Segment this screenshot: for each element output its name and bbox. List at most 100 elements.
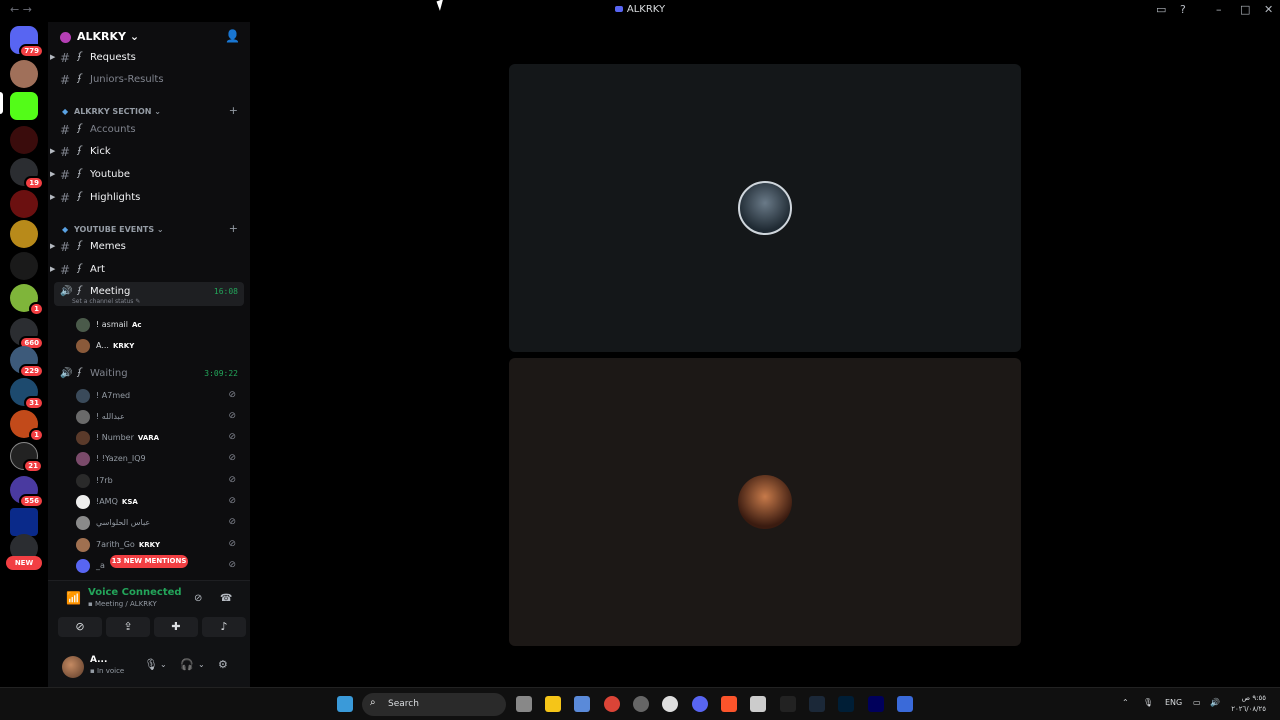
voice-channel-waiting[interactable]: 🔊 ʄ Waiting 3:09:22	[54, 364, 244, 384]
unread-indicator: ▶	[50, 53, 56, 61]
channel-memes[interactable]: ▶ # ʄ Memes	[50, 237, 244, 257]
soundboard-button[interactable]: ♪	[202, 617, 246, 637]
inbox-icon[interactable]: ▭	[1156, 3, 1166, 16]
chrome-icon[interactable]	[604, 696, 620, 712]
user-name[interactable]: A...	[90, 655, 107, 665]
headphones-icon[interactable]: 🎧	[180, 658, 194, 671]
participant-tile[interactable]	[509, 64, 1021, 352]
voice-status-title[interactable]: Voice Connected	[88, 587, 182, 598]
server-icon[interactable]	[10, 220, 38, 248]
capcut-icon[interactable]	[780, 696, 796, 712]
language-indicator[interactable]: ENG	[1165, 698, 1182, 707]
server-icon[interactable]: 556	[10, 476, 44, 508]
voice-member[interactable]: ! asmail Ac	[76, 316, 246, 334]
activities-button[interactable]: ✚	[154, 617, 198, 637]
app-icon[interactable]	[897, 696, 913, 712]
server-icon[interactable]: 19	[10, 158, 44, 190]
server-icon[interactable]	[10, 126, 38, 154]
category-youtube-events[interactable]: ◆ YOUTUBE EVENTS ⌄ +	[54, 222, 244, 238]
store-icon[interactable]	[574, 696, 590, 712]
kick-server-icon[interactable]	[10, 92, 38, 120]
voice-channel-meeting[interactable]: 🔊 ʄ Meeting 16:08 Set a channel status ✎	[54, 282, 244, 306]
app-icon[interactable]	[633, 696, 649, 712]
channel-requests[interactable]: ▶ # ʄ Requests	[50, 48, 244, 68]
app-icon[interactable]	[750, 696, 766, 712]
server-icon[interactable]: 660	[10, 318, 44, 350]
voice-member[interactable]: 7arith_Go KRKY ⊘	[76, 536, 246, 554]
voice-member[interactable]: ! !Yazen_IQ9 ⊘	[76, 450, 246, 468]
connection-signal-icon[interactable]: 📶	[66, 591, 81, 605]
steam-icon[interactable]	[662, 696, 678, 712]
cloud-server-icon[interactable]	[10, 252, 38, 280]
channel-juniors-results[interactable]: # ʄ Juniors-Results	[54, 70, 244, 90]
channel-kick[interactable]: ▶ # ʄ Kick	[50, 142, 244, 162]
brave-icon[interactable]	[721, 696, 737, 712]
speaker-icon: 🔊	[60, 368, 73, 379]
tray-overflow-icon[interactable]: ⌃	[1122, 698, 1129, 707]
server-badge: 1	[29, 302, 44, 316]
windows-start-icon[interactable]	[337, 696, 353, 712]
settings-gear-icon[interactable]: ⚙	[218, 658, 228, 671]
taskbar-clock[interactable]: ٩:٥٥ ص ٢٠٢٦/٠٨/٢٥	[1231, 693, 1266, 715]
voice-member[interactable]: ! A7med ⊘	[76, 387, 246, 405]
new-mentions-pill[interactable]: 13 NEW MENTIONS	[110, 555, 188, 568]
maximize-button[interactable]: □	[1240, 3, 1250, 16]
minimize-button[interactable]: –	[1216, 3, 1222, 16]
category-label: ALKRKY SECTION	[74, 107, 152, 116]
server-icon[interactable]: 21	[10, 442, 43, 473]
close-button[interactable]: ✕	[1264, 3, 1273, 16]
channel-youtube[interactable]: ▶ # ʄ Youtube	[50, 165, 244, 185]
chevron-down-icon[interactable]: ⌄	[198, 660, 205, 669]
participant-tile[interactable]	[509, 358, 1021, 646]
channel-emoji-icon: ʄ	[78, 367, 82, 378]
noise-suppression-icon[interactable]: ⊘	[194, 593, 202, 604]
server-icon[interactable]: 31	[10, 378, 44, 410]
chevron-down-icon[interactable]: ⌄	[160, 660, 167, 669]
network-icon[interactable]: ▭	[1193, 698, 1201, 707]
voice-member[interactable]: !7rb ⊘	[76, 472, 246, 490]
task-view-icon[interactable]	[516, 696, 532, 712]
microphone-tray-icon[interactable]: 🎙	[1143, 698, 1153, 707]
server-icon[interactable]: 1	[10, 284, 44, 316]
channel-emoji-icon: ʄ	[78, 263, 82, 274]
server-icon[interactable]	[10, 60, 38, 88]
user-avatar[interactable]	[62, 656, 84, 678]
voice-channel-path[interactable]: ▪ Meeting / ALKRKY	[88, 600, 157, 608]
channel-accounts[interactable]: # ʄ Accounts	[54, 120, 244, 140]
discord-logo-icon	[614, 6, 623, 12]
help-icon[interactable]: ?	[1180, 3, 1186, 16]
voice-member[interactable]: A... KRKY	[76, 337, 246, 355]
voice-member[interactable]: !AMQ KSA ⊘	[76, 493, 246, 511]
voice-member[interactable]: ! Number VARA ⊘	[76, 429, 246, 447]
volume-icon[interactable]: 🔊	[1210, 698, 1220, 707]
server-icon[interactable]: 229	[10, 346, 44, 378]
taskbar-search[interactable]: ⌕ Search	[362, 693, 506, 716]
new-unreads-pill[interactable]: NEW	[6, 556, 42, 570]
unread-indicator: ▶	[50, 147, 56, 155]
invite-people-icon[interactable]: 👤	[225, 29, 240, 43]
channel-highlights[interactable]: ▶ # ʄ Highlights	[50, 188, 244, 208]
member-name: _a	[96, 561, 105, 570]
premiere-icon[interactable]	[868, 696, 884, 712]
disconnect-icon[interactable]: ☎	[220, 593, 232, 604]
server-icon[interactable]	[10, 190, 38, 218]
server-icon[interactable]	[10, 508, 38, 536]
screen-share-button[interactable]: ⇪	[106, 617, 150, 637]
channel-status-prompt[interactable]: Set a channel status ✎	[72, 298, 140, 305]
steam-app-icon[interactable]	[809, 696, 825, 712]
server-icon[interactable]: 1	[10, 410, 44, 442]
create-channel-icon[interactable]: +	[229, 222, 238, 235]
direct-messages-icon[interactable]: 779	[10, 26, 44, 58]
discord-taskbar-icon[interactable]	[692, 696, 708, 712]
voice-member[interactable]: ! عبدالله ⊘	[76, 408, 246, 426]
create-channel-icon[interactable]: +	[229, 104, 238, 117]
channel-art[interactable]: ▶ # ʄ Art	[50, 260, 244, 280]
microphone-icon[interactable]: 🎙	[144, 658, 158, 671]
selected-server-indicator	[0, 92, 3, 114]
category-alkrky-section[interactable]: ◆ ALKRKY SECTION ⌄ +	[54, 104, 244, 120]
camera-button[interactable]: ⊘	[58, 617, 102, 637]
file-explorer-icon[interactable]	[545, 696, 561, 712]
photoshop-icon[interactable]	[838, 696, 854, 712]
deafened-icon: ⊘	[228, 496, 236, 506]
voice-member[interactable]: عباس الحلواسي ⊘	[76, 514, 246, 532]
